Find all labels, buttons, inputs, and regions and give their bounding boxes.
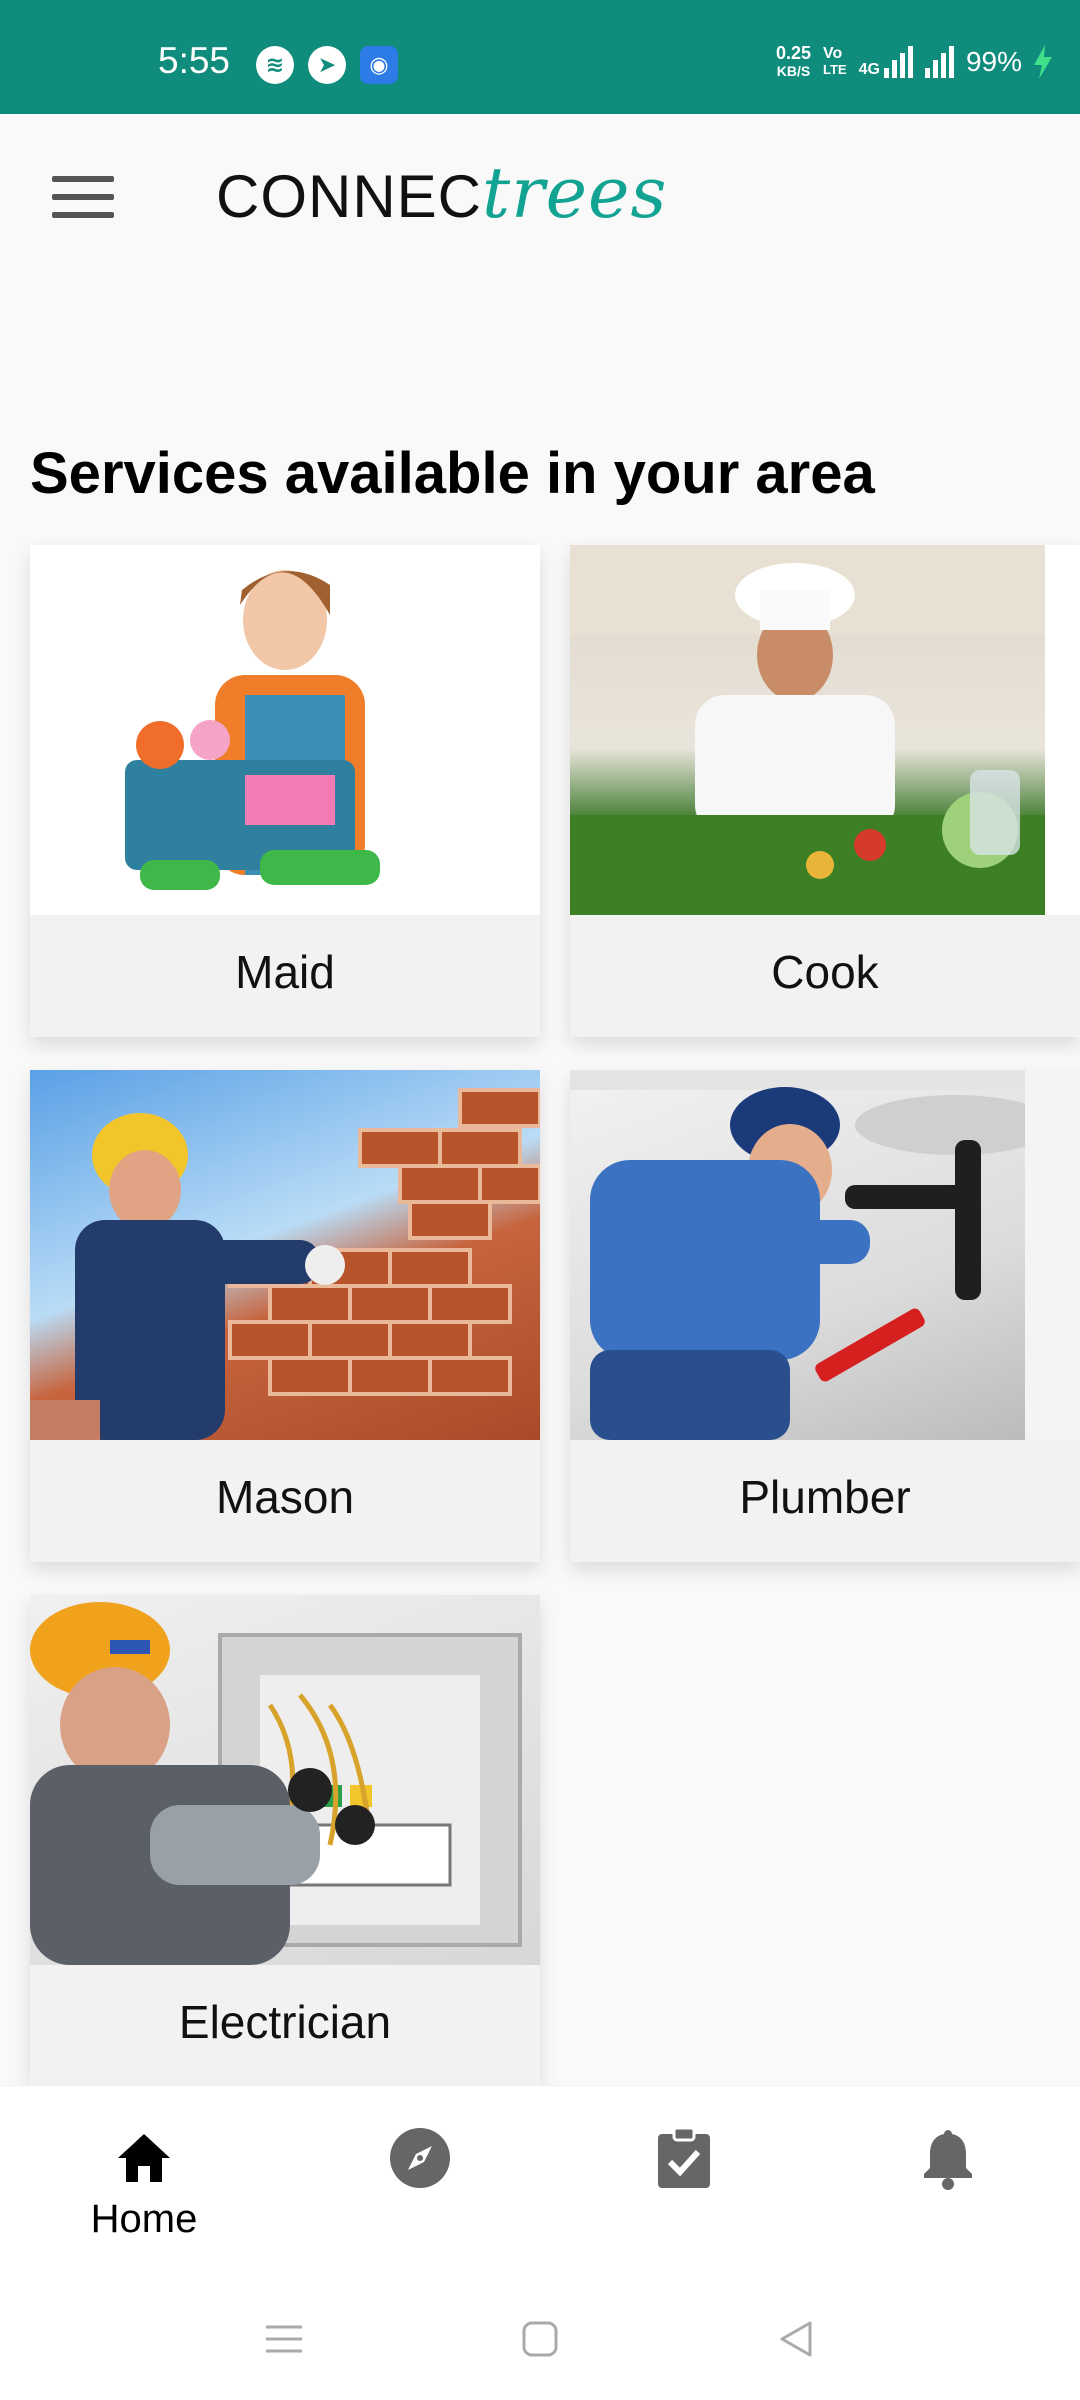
status-bar: 5:55 ≋ ➤ ◉ 0.25 KB/S Vo LTE 4G 99%: [0, 0, 1080, 114]
nav-notifications[interactable]: [868, 2126, 1028, 2195]
telegram-icon: ➤: [308, 46, 346, 84]
home-icon: [118, 2134, 170, 2182]
spotify-icon: ≋: [256, 46, 294, 84]
service-label: Mason: [215, 1471, 355, 1523]
nav-tasks[interactable]: [604, 2126, 764, 2195]
mason-image: [30, 1070, 540, 1440]
service-card-mason[interactable]: Mason: [30, 1070, 540, 1562]
clipboard-check-icon: [658, 2126, 710, 2188]
service-label: Maid: [235, 946, 335, 998]
menu-icon[interactable]: [52, 176, 114, 222]
nav-home[interactable]: Home: [64, 2126, 224, 2242]
electrician-image: [30, 1595, 540, 1965]
volte-bottom: LTE: [823, 62, 847, 77]
logo-text-trees: trees: [482, 152, 668, 234]
service-label: Plumber: [739, 1471, 911, 1523]
net-speed-unit: KB/S: [776, 63, 811, 79]
system-navigation-bar: [0, 2275, 1080, 2400]
net-speed: 0.25 KB/S: [776, 44, 811, 80]
service-card-maid[interactable]: Maid: [30, 545, 540, 1037]
nav-home-label: Home: [90, 2197, 198, 2241]
bell-icon: [924, 2130, 972, 2190]
page-title: Services available in your area: [30, 441, 875, 506]
logo-text-connec: CONNEC: [216, 163, 483, 230]
cook-image: [570, 545, 1080, 915]
back-icon[interactable]: [774, 2317, 818, 2361]
signal-4g-icon: 4G: [859, 46, 913, 78]
status-indicators: 0.25 KB/S Vo LTE 4G 99%: [776, 44, 1052, 80]
service-card-electrician[interactable]: Electrician: [30, 1595, 540, 2085]
volte-top: Vo: [823, 45, 843, 62]
plumber-image: [570, 1070, 1080, 1440]
notification-icons: ≋ ➤ ◉: [256, 46, 398, 84]
app-logo: CONNECtrees: [216, 152, 667, 234]
signal-icon: [924, 46, 954, 78]
service-label: Electrician: [178, 1996, 392, 2048]
android-robot-icon: ◉: [360, 46, 398, 84]
bottom-navigation: Home: [0, 2085, 1080, 2276]
service-label: Cook: [771, 946, 879, 998]
compass-icon: [390, 2128, 450, 2188]
recents-menu-icon[interactable]: [262, 2317, 306, 2361]
maid-image: [30, 545, 540, 915]
net-speed-value: 0.25: [775, 43, 812, 63]
app-bar: CONNECtrees: [0, 114, 1080, 284]
volte-icon: Vo LTE: [823, 46, 847, 78]
service-card-cook[interactable]: Cook: [570, 545, 1080, 1037]
status-time: 5:55: [158, 40, 231, 81]
charging-icon: [1034, 45, 1052, 79]
nav-explore[interactable]: [340, 2126, 500, 2195]
network-type: 4G: [858, 61, 880, 78]
service-card-plumber[interactable]: Plumber: [570, 1070, 1080, 1562]
home-system-icon[interactable]: [518, 2317, 562, 2361]
battery-level: 99%: [965, 46, 1022, 77]
